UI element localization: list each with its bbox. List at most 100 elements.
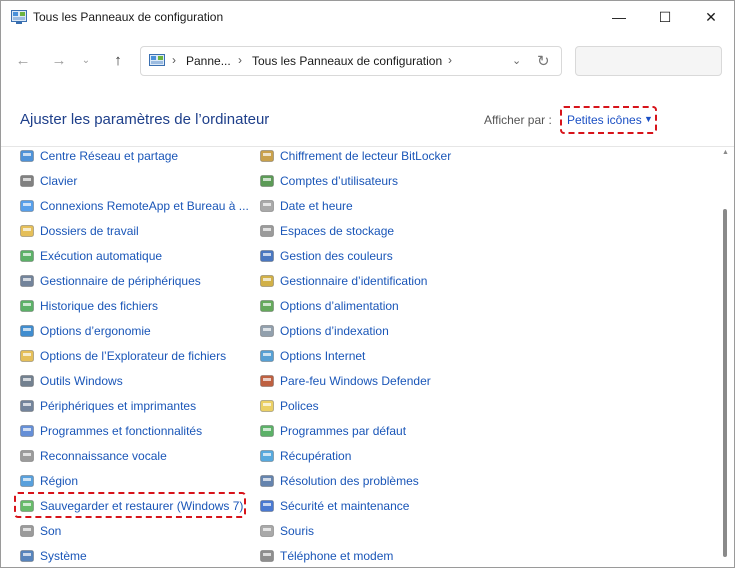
control-panel-item[interactable]: Comptes d’utilisateurs xyxy=(259,171,398,191)
control-panel-item[interactable]: Programmes par défaut xyxy=(259,421,406,441)
control-panel-item-label[interactable]: Périphériques et imprimantes xyxy=(40,399,196,413)
control-panel-item[interactable]: Options Internet xyxy=(259,346,365,366)
control-panel-item-label[interactable]: Sécurité et maintenance xyxy=(280,499,409,513)
control-panel-item-label[interactable]: Dossiers de travail xyxy=(40,224,139,238)
control-panel-item[interactable]: Périphériques et imprimantes xyxy=(19,396,196,416)
control-panel-item-label[interactable]: Connexions RemoteApp et Bureau à ... xyxy=(40,199,249,213)
control-panel-item[interactable]: Clavier xyxy=(19,171,77,191)
vertical-scrollbar[interactable]: ▲ xyxy=(718,147,733,567)
indexing-icon xyxy=(260,325,274,337)
control-panel-item-label[interactable]: Gestionnaire d’identification xyxy=(280,274,427,288)
breadcrumb-item[interactable]: Panne... xyxy=(186,54,231,68)
breadcrumb-separator[interactable]: › xyxy=(448,53,452,67)
control-panel-item-label[interactable]: Exécution automatique xyxy=(40,249,162,263)
control-panel-item[interactable]: Reconnaissance vocale xyxy=(19,446,167,466)
firewall-icon xyxy=(260,375,274,387)
control-panel-item-label[interactable]: Options d’alimentation xyxy=(280,299,399,313)
scrollbar-thumb[interactable] xyxy=(723,209,727,557)
control-panel-item[interactable]: Gestionnaire de périphériques xyxy=(19,271,201,291)
control-panel-item-label[interactable]: Espaces de stockage xyxy=(280,224,394,238)
control-panel-window: Tous les Panneaux de configuration — ☐ ✕… xyxy=(0,0,735,568)
control-panel-item-label[interactable]: Région xyxy=(40,474,78,488)
control-panel-item-label[interactable]: Reconnaissance vocale xyxy=(40,449,167,463)
date-time-icon xyxy=(260,200,274,212)
control-panel-item[interactable]: Récupération xyxy=(259,446,351,466)
forward-button[interactable]: → xyxy=(48,50,70,70)
control-panel-item-label[interactable]: Options Internet xyxy=(280,349,365,363)
control-panel-item[interactable]: Programmes et fonctionnalités xyxy=(19,421,202,441)
control-panel-item-label[interactable]: Résolution des problèmes xyxy=(280,474,419,488)
title-bar[interactable]: Tous les Panneaux de configuration — ☐ ✕ xyxy=(1,1,734,33)
power-options-icon xyxy=(260,300,274,312)
maximize-button[interactable]: ☐ xyxy=(642,1,688,33)
control-panel-item[interactable]: Gestionnaire d’identification xyxy=(259,271,427,291)
refresh-icon[interactable]: ↻ xyxy=(537,52,550,70)
breadcrumb-separator[interactable]: › xyxy=(238,53,242,67)
control-panel-item-label[interactable]: Options de l’Explorateur de fichiers xyxy=(40,349,226,363)
control-panel-item[interactable]: Souris xyxy=(259,521,314,541)
mouse-icon xyxy=(260,525,274,537)
work-folders-icon xyxy=(20,225,34,237)
control-panel-item-label[interactable]: Options d’indexation xyxy=(280,324,389,338)
minimize-button[interactable]: — xyxy=(596,1,642,33)
control-panel-item[interactable]: Système xyxy=(19,546,87,566)
control-panel-item[interactable]: Polices xyxy=(259,396,319,416)
control-panel-item[interactable]: Options de l’Explorateur de fichiers xyxy=(19,346,226,366)
dropdown-arrow-icon[interactable]: ▼ xyxy=(644,114,653,124)
control-panel-item-label[interactable]: Polices xyxy=(280,399,319,413)
close-button[interactable]: ✕ xyxy=(688,1,734,33)
view-by-dropdown[interactable]: Petites icônes ▼ xyxy=(560,106,657,134)
control-panel-item[interactable]: Dossiers de travail xyxy=(19,221,139,241)
network-icon xyxy=(20,150,34,162)
control-panel-item-label[interactable]: Historique des fichiers xyxy=(40,299,158,313)
scroll-up-icon[interactable]: ▲ xyxy=(722,149,729,156)
control-panel-item[interactable]: Historique des fichiers xyxy=(19,296,158,316)
control-panel-item[interactable]: Date et heure xyxy=(259,196,353,216)
up-button[interactable]: ↑ xyxy=(107,50,129,70)
address-bar[interactable]: › Panne... › Tous les Panneaux de config… xyxy=(140,46,562,76)
device-manager-icon xyxy=(20,275,34,287)
control-panel-item-label[interactable]: Pare-feu Windows Defender xyxy=(280,374,431,388)
back-button[interactable]: ← xyxy=(12,50,34,70)
control-panel-item-label[interactable]: Récupération xyxy=(280,449,351,463)
control-panel-item[interactable]: Sécurité et maintenance xyxy=(259,496,409,516)
breadcrumb-item[interactable]: Tous les Panneaux de configuration xyxy=(252,54,442,68)
control-panel-item-label[interactable]: Centre Réseau et partage xyxy=(40,149,178,163)
control-panel-item[interactable]: Résolution des problèmes xyxy=(259,471,419,491)
control-panel-item[interactable]: Téléphone et modem xyxy=(259,546,393,566)
control-panel-item[interactable]: Espaces de stockage xyxy=(259,221,394,241)
control-panel-item[interactable]: Connexions RemoteApp et Bureau à ... xyxy=(19,196,249,216)
control-panel-item-label[interactable]: Programmes par défaut xyxy=(280,424,406,438)
control-panel-item-label[interactable]: Téléphone et modem xyxy=(280,549,393,563)
control-panel-item[interactable]: Pare-feu Windows Defender xyxy=(259,371,431,391)
control-panel-item[interactable]: Options d’ergonomie xyxy=(19,321,151,341)
control-panel-item-label[interactable]: Chiffrement de lecteur BitLocker xyxy=(280,149,451,163)
view-by-value[interactable]: Petites icônes xyxy=(567,113,642,127)
control-panel-item[interactable]: Outils Windows xyxy=(19,371,123,391)
control-panel-item[interactable]: Exécution automatique xyxy=(19,246,162,266)
page-title: Ajuster les paramètres de l’ordinateur xyxy=(20,111,270,128)
control-panel-item-label[interactable]: Outils Windows xyxy=(40,374,123,388)
control-panel-item-label[interactable]: Comptes d’utilisateurs xyxy=(280,174,398,188)
chevron-down-icon[interactable]: ⌄ xyxy=(512,54,521,67)
control-panel-item[interactable]: Options d’indexation xyxy=(259,321,389,341)
control-panel-item-label[interactable]: Programmes et fonctionnalités xyxy=(40,424,202,438)
control-panel-item-label[interactable]: Date et heure xyxy=(280,199,353,213)
control-panel-item[interactable]: Région xyxy=(19,471,78,491)
control-panel-item[interactable]: Gestion des couleurs xyxy=(259,246,393,266)
recent-locations-button[interactable]: ⌄ xyxy=(79,50,93,70)
control-panel-item[interactable]: Centre Réseau et partage xyxy=(19,147,178,166)
credential-manager-icon xyxy=(260,275,274,287)
control-panel-item-label[interactable]: Options d’ergonomie xyxy=(40,324,151,338)
file-history-icon xyxy=(20,300,34,312)
control-panel-item[interactable]: Options d’alimentation xyxy=(259,296,399,316)
control-panel-item[interactable]: Chiffrement de lecteur BitLocker xyxy=(259,147,451,166)
control-panel-item-label[interactable]: Système xyxy=(40,549,87,563)
control-panel-item-label[interactable]: Son xyxy=(40,524,61,538)
search-input[interactable] xyxy=(575,46,722,76)
control-panel-item-label[interactable]: Gestionnaire de périphériques xyxy=(40,274,201,288)
control-panel-item-label[interactable]: Gestion des couleurs xyxy=(280,249,393,263)
control-panel-item-label[interactable]: Souris xyxy=(280,524,314,538)
control-panel-item[interactable]: Son xyxy=(19,521,61,541)
control-panel-item-label[interactable]: Clavier xyxy=(40,174,77,188)
